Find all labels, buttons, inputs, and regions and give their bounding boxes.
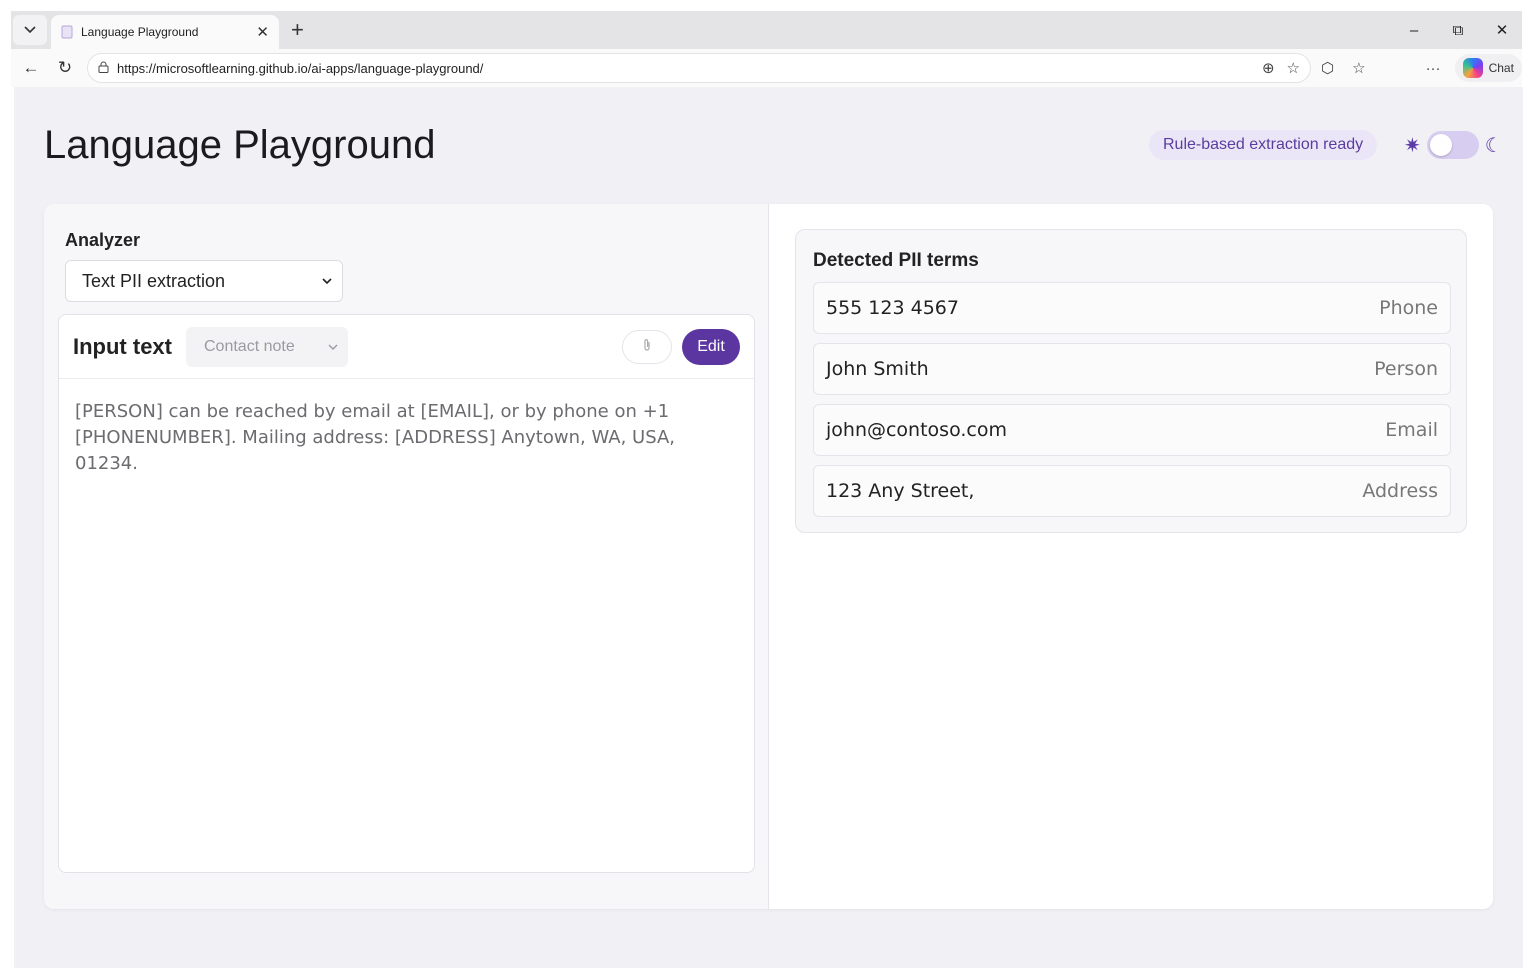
page: Language Playground Rule-based extractio…: [14, 87, 1523, 968]
analyzer-label: Analyzer: [65, 230, 141, 250]
list-item: 555 123 4567 Phone: [813, 282, 1451, 334]
browser-toolbar: ← ↻ https://microsoftlearning.github.io/…: [11, 49, 1522, 87]
browser-tab-bar: Language Playground ✕ + – ⧉ ✕: [11, 11, 1522, 49]
pii-type: Email: [1385, 419, 1438, 441]
chevron-down-icon: [322, 274, 332, 288]
pii-list: 555 123 4567 Phone John Smith Person joh…: [813, 282, 1451, 526]
edit-button[interactable]: Edit: [682, 328, 740, 365]
pii-term: John Smith: [826, 358, 929, 380]
status-badge: Rule-based extraction ready: [1149, 130, 1378, 160]
analyzer-select[interactable]: Text PII extraction: [65, 260, 343, 302]
results-title: Detected PII terms: [813, 250, 979, 271]
switch-knob: [1429, 134, 1452, 156]
list-item: John Smith Person: [813, 343, 1451, 395]
input-card: Input text Contact note Edit [PERSON] ca…: [58, 314, 755, 873]
page-icon: [61, 25, 73, 39]
more-menu-icon[interactable]: ···: [1426, 60, 1441, 77]
analyzer-selected-value: Text PII extraction: [82, 270, 226, 291]
window-controls: – ⧉ ✕: [1406, 21, 1522, 40]
tab-title: Language Playground: [81, 25, 199, 39]
back-icon[interactable]: ←: [17, 58, 45, 78]
restore-icon[interactable]: ⧉: [1450, 22, 1466, 39]
sample-selected-value: Contact note: [204, 337, 295, 355]
address-bar[interactable]: https://microsoftlearning.github.io/ai-a…: [87, 53, 1311, 83]
pii-type: Person: [1374, 358, 1438, 380]
pii-term: 555 123 4567: [826, 297, 959, 319]
favorite-star-icon[interactable]: ☆: [1287, 59, 1300, 77]
lock-icon: [98, 61, 109, 76]
sun-icon: ✷: [1404, 134, 1421, 157]
pii-term: john@contoso.com: [826, 419, 1007, 441]
pii-term: 123 Any Street,: [826, 480, 975, 502]
main-card: Analyzer Text PII extraction Input text …: [44, 204, 1493, 909]
extensions-icon[interactable]: ⬡: [1321, 59, 1334, 77]
input-title: Input text: [73, 333, 172, 359]
pii-type: Address: [1362, 480, 1438, 502]
attach-button[interactable]: [622, 329, 672, 364]
list-item: 123 Any Street, Address: [813, 465, 1451, 517]
browser-tab[interactable]: Language Playground ✕: [51, 15, 279, 49]
moon-icon: ☾: [1484, 134, 1503, 157]
new-tab-icon[interactable]: +: [291, 17, 304, 43]
tab-actions-button[interactable]: [13, 15, 47, 45]
pii-type: Phone: [1379, 297, 1438, 319]
theme-toggle[interactable]: ✷ ☾: [1404, 131, 1503, 159]
chevron-down-icon: [24, 21, 36, 39]
close-window-icon[interactable]: ✕: [1494, 21, 1510, 39]
results-card: Detected PII terms 555 123 4567 Phone Jo…: [795, 229, 1467, 533]
input-header: Input text Contact note Edit: [59, 315, 754, 379]
copilot-chat-button[interactable]: Chat: [1454, 54, 1522, 82]
close-tab-icon[interactable]: ✕: [256, 23, 269, 41]
url-text: https://microsoftlearning.github.io/ai-a…: [117, 60, 484, 76]
chat-label: Chat: [1488, 61, 1514, 75]
theme-switch[interactable]: [1426, 131, 1479, 159]
refresh-icon[interactable]: ↻: [51, 58, 79, 78]
list-item: john@contoso.com Email: [813, 404, 1451, 456]
input-text[interactable]: [PERSON] can be reached by email at [EMA…: [59, 379, 719, 497]
chevron-down-icon: [328, 340, 338, 354]
paperclip-icon: [643, 338, 651, 355]
minimize-icon[interactable]: –: [1406, 22, 1422, 39]
input-pane: Analyzer Text PII extraction Input text …: [44, 204, 769, 909]
zoom-icon[interactable]: ⊕: [1262, 59, 1275, 77]
favorites-icon[interactable]: ☆: [1352, 59, 1365, 77]
sample-select[interactable]: Contact note: [186, 326, 348, 367]
copilot-icon: [1462, 58, 1483, 78]
page-title: Language Playground: [44, 123, 436, 167]
